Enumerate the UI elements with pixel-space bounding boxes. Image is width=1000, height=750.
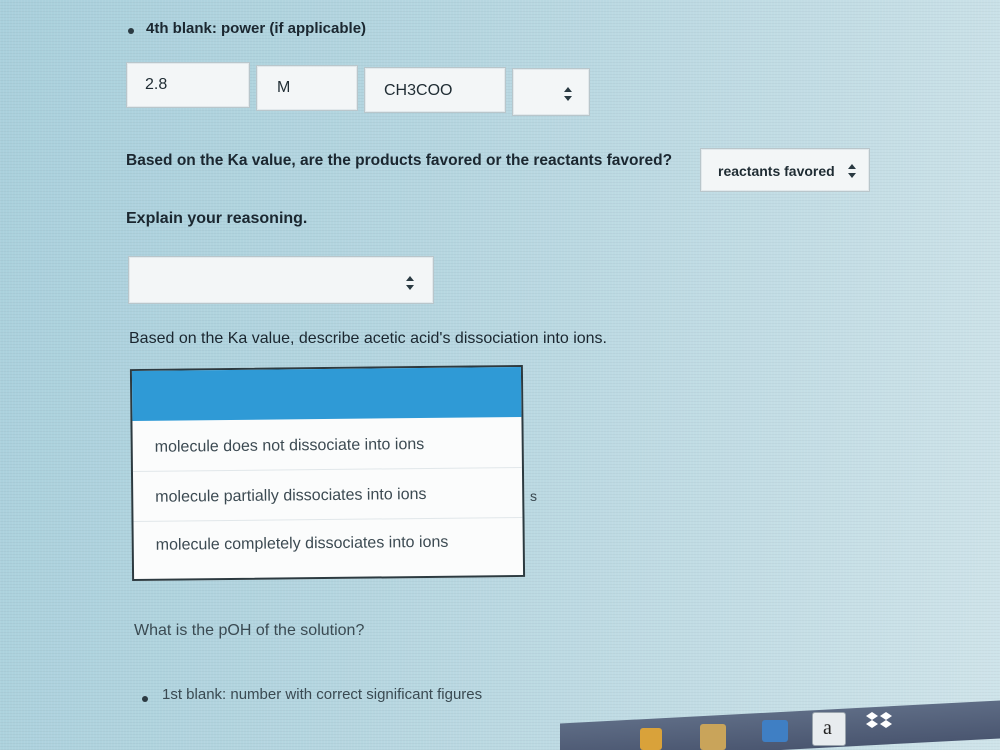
select-arrows-icon xyxy=(563,87,573,101)
dropdown-option[interactable]: molecule completely dissociates into ion… xyxy=(156,534,449,555)
favored-select-value: reactants favored xyxy=(718,163,835,179)
divider xyxy=(133,516,523,523)
reasoning-select[interactable] xyxy=(128,256,434,304)
lock-icon[interactable] xyxy=(640,728,662,750)
bullet xyxy=(142,696,148,702)
dissociation-question: Based on the Ka value, describe acetic a… xyxy=(129,330,607,347)
bullet xyxy=(128,28,134,34)
blank-1-label: 1st blank: number with correct significa… xyxy=(162,686,483,703)
dissociation-dropdown-list[interactable]: molecule does not dissociate into ions m… xyxy=(129,364,526,582)
unit-input-text: M xyxy=(277,79,291,96)
calendar-icon[interactable] xyxy=(700,724,726,750)
blank-4-label: 4th blank: power (if applicable) xyxy=(146,20,367,37)
favored-question: Based on the Ka value, are the products … xyxy=(126,152,673,169)
poh-question: What is the pOH of the solution? xyxy=(134,622,365,639)
select-arrows-icon xyxy=(405,276,415,290)
mail-icon[interactable] xyxy=(762,720,788,742)
dropdown-option[interactable]: molecule does not dissociate into ions xyxy=(155,436,425,457)
species-input-text: CH3COO xyxy=(384,82,453,99)
select-arrows-icon xyxy=(847,164,857,178)
reasoning-question: Explain your reasoning. xyxy=(126,210,308,227)
divider xyxy=(132,466,522,473)
dropdown-option[interactable]: molecule partially dissociates into ions xyxy=(155,486,426,507)
dropdown-highlighted-option[interactable] xyxy=(131,366,522,422)
unit-input[interactable]: M xyxy=(256,65,358,111)
value-input[interactable]: 2.8 xyxy=(126,62,250,108)
amazon-icon[interactable]: a xyxy=(812,712,846,746)
value-input-text: 2.8 xyxy=(145,76,168,93)
hidden-select-fragment: s xyxy=(530,488,537,504)
amazon-letter: a xyxy=(823,717,832,739)
species-input[interactable]: CH3COO xyxy=(364,67,506,113)
favored-select[interactable]: reactants favored xyxy=(700,148,870,192)
charge-select[interactable] xyxy=(512,68,590,116)
dropbox-icon[interactable] xyxy=(866,710,892,734)
